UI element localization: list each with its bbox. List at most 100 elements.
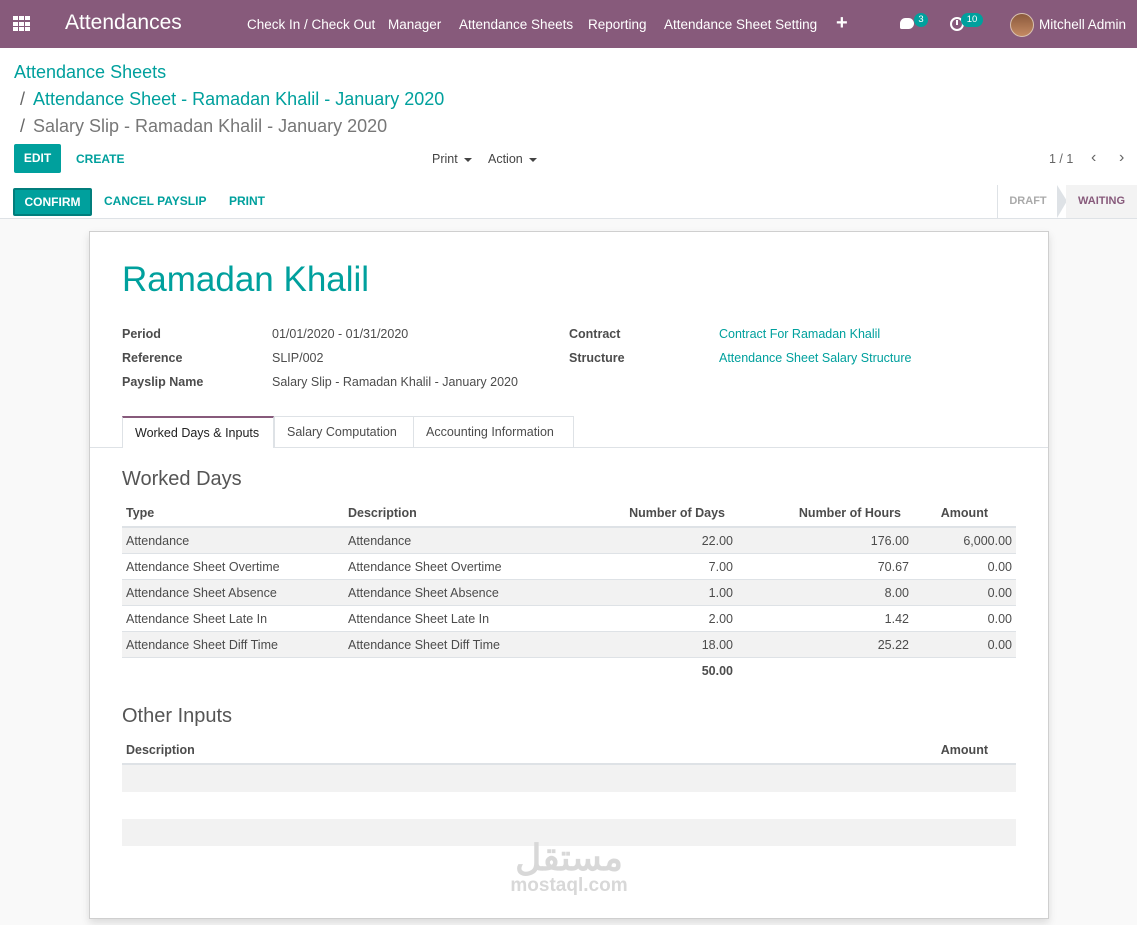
type-cell: Attendance <box>122 527 344 554</box>
days-cell: 22.00 <box>567 527 737 554</box>
stage-draft: DRAFT <box>997 185 1058 218</box>
empty-cell <box>122 764 562 792</box>
period-value: 01/01/2020 - 01/31/2020 <box>272 327 409 341</box>
amount-cell: 0.00 <box>913 605 1016 632</box>
worked-days-table: Type Description Number of Days Number o… <box>122 500 1016 684</box>
table-row[interactable]: Attendance Sheet Late In Attendance Shee… <box>122 605 1016 632</box>
hours-cell: 8.00 <box>737 579 913 606</box>
empty-cell <box>122 792 562 819</box>
pager-value[interactable]: 1 / 1 <box>1049 152 1073 166</box>
days-cell: 7.00 <box>567 553 737 580</box>
plus-icon[interactable]: + <box>836 12 848 35</box>
type-cell: Attendance Sheet Overtime <box>122 553 344 580</box>
action-dropdown[interactable]: Action <box>488 152 537 166</box>
footer-empty-cell <box>737 657 913 684</box>
menu-reporting[interactable]: Reporting <box>588 17 647 32</box>
column-header[interactable]: Description <box>344 500 567 528</box>
breadcrumb-separator: / <box>20 116 26 136</box>
table-row[interactable]: Attendance Sheet Diff Time Attendance Sh… <box>122 631 1016 658</box>
control-panel: Attendance Sheets / Attendance Sheet - Ra… <box>0 48 1137 186</box>
breadcrumb-root[interactable]: Attendance Sheets <box>14 62 166 83</box>
days-cell: 1.00 <box>567 579 737 606</box>
tab-worked-days-inputs[interactable]: Worked Days & Inputs <box>122 416 274 448</box>
reference-label: Reference <box>122 351 183 365</box>
form-statusbar: CONFIRM CANCEL PAYSLIP PRINT DRAFT WAITI… <box>0 185 1137 219</box>
amount-cell: 6,000.00 <box>913 527 1016 554</box>
amount-cell: 0.00 <box>913 579 1016 606</box>
amount-cell: 0.00 <box>913 553 1016 580</box>
print-dropdown[interactable]: Print <box>432 152 472 166</box>
cancel-payslip-button[interactable]: CANCEL PAYSLIP <box>104 194 206 208</box>
breadcrumb-separator: / <box>20 89 26 109</box>
column-header[interactable]: Number of Hours <box>737 500 913 528</box>
tab-salary-computation[interactable]: Salary Computation <box>274 416 414 447</box>
watermark: مستقل mostaql.com <box>499 840 639 896</box>
caret-down-icon <box>528 157 537 162</box>
empty-cell <box>122 819 562 846</box>
user-menu[interactable]: Mitchell Admin <box>1039 17 1126 32</box>
hours-cell: 176.00 <box>737 527 913 554</box>
chat-count-badge: 3 <box>914 13 928 27</box>
days-cell: 18.00 <box>567 631 737 658</box>
footer-empty-cell <box>122 657 344 684</box>
employee-name: Ramadan Khalil <box>122 260 370 299</box>
empty-row <box>122 792 1016 819</box>
worked-days-title: Worked Days <box>122 468 242 490</box>
top-navbar: Attendances Check In / Check Out Manager… <box>0 0 1137 48</box>
apps-grid-icon[interactable] <box>13 16 31 32</box>
breadcrumb-current-label: Salary Slip - Ramadan Khalil - January 2… <box>33 116 388 136</box>
payslip-name-value: Salary Slip - Ramadan Khalil - January 2… <box>272 375 518 389</box>
description-cell: Attendance Sheet Absence <box>344 579 567 606</box>
table-row[interactable]: Attendance Sheet Absence Attendance Shee… <box>122 579 1016 606</box>
activity-count-badge: 10 <box>961 13 983 27</box>
menu-check-in-out[interactable]: Check In / Check Out <box>247 17 375 32</box>
user-avatar[interactable] <box>1010 13 1034 37</box>
type-cell: Attendance Sheet Late In <box>122 605 344 632</box>
contract-label: Contract <box>569 327 621 341</box>
app-title[interactable]: Attendances <box>65 11 182 35</box>
breadcrumb-root-link[interactable]: Attendance Sheets <box>14 62 166 82</box>
empty-cell <box>562 792 1016 819</box>
caret-down-icon <box>463 157 472 162</box>
empty-cell <box>561 764 1016 792</box>
hours-cell: 25.22 <box>737 631 913 658</box>
confirm-button[interactable]: CONFIRM <box>13 188 92 216</box>
column-header[interactable]: Description <box>122 737 562 765</box>
column-header[interactable]: Type <box>122 500 344 528</box>
chevron-left-icon[interactable]: ‹ <box>1091 149 1096 167</box>
chat-icon[interactable] <box>900 18 914 29</box>
structure-link[interactable]: Attendance Sheet Salary Structure <box>719 351 911 365</box>
chevron-right-icon[interactable]: › <box>1119 149 1124 167</box>
table-footer-row: 50.00 <box>122 657 1016 684</box>
empty-cell <box>122 846 562 873</box>
days-cell: 2.00 <box>567 605 737 632</box>
table-header-row: Description Amount <box>122 737 1016 765</box>
table-row[interactable]: Attendance Attendance 22.00 176.00 6,000… <box>122 527 1016 554</box>
footer-empty-cell <box>913 657 1016 684</box>
print-button[interactable]: PRINT <box>229 194 265 208</box>
column-header[interactable]: Amount <box>561 737 1016 765</box>
breadcrumb-parent-link[interactable]: Attendance Sheet - Ramadan Khalil - Janu… <box>33 89 444 109</box>
breadcrumb-parent[interactable]: / Attendance Sheet - Ramadan Khalil - Jan… <box>20 89 444 110</box>
print-dropdown-label: Print <box>432 152 458 166</box>
menu-manager[interactable]: Manager <box>388 17 441 32</box>
edit-button[interactable]: EDIT <box>14 144 61 173</box>
menu-attendance-sheets[interactable]: Attendance Sheets <box>459 17 573 32</box>
empty-row <box>122 764 1016 792</box>
description-cell: Attendance <box>344 527 567 554</box>
hours-cell: 1.42 <box>737 605 913 632</box>
breadcrumb-current: / Salary Slip - Ramadan Khalil - January … <box>20 116 387 137</box>
watermark-arabic: مستقل <box>515 837 623 878</box>
tab-accounting-information[interactable]: Accounting Information <box>413 416 574 447</box>
footer-empty-cell <box>344 657 567 684</box>
column-header[interactable]: Amount <box>913 500 1016 528</box>
total-days-cell: 50.00 <box>567 657 737 684</box>
column-header[interactable]: Number of Days <box>567 500 737 528</box>
watermark-latin: mostaql.com <box>510 875 628 896</box>
create-button[interactable]: CREATE <box>76 152 124 166</box>
stage-waiting: WAITING <box>1066 185 1137 218</box>
amount-cell: 0.00 <box>913 631 1016 658</box>
table-row[interactable]: Attendance Sheet Overtime Attendance She… <box>122 553 1016 580</box>
menu-attendance-sheet-setting[interactable]: Attendance Sheet Setting <box>664 17 817 32</box>
contract-link[interactable]: Contract For Ramadan Khalil <box>719 327 880 341</box>
